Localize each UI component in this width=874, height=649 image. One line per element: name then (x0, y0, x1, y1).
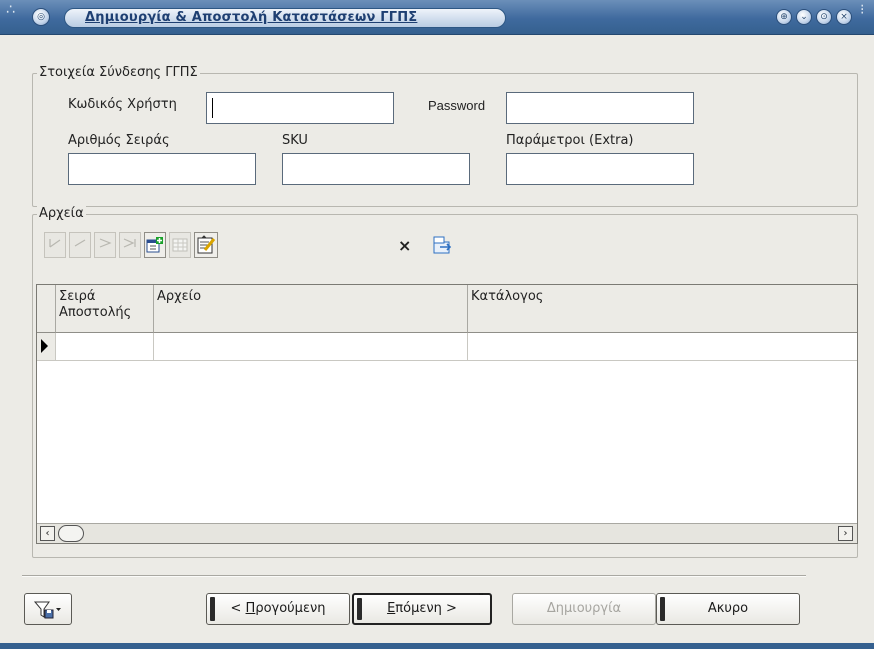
grid-view-icon[interactable] (169, 232, 191, 258)
first-record-icon[interactable] (44, 232, 66, 258)
next-button[interactable]: Επόμενη > ¨ (352, 592, 492, 625)
window-menu-icon[interactable]: ◎ (32, 8, 50, 26)
table-cell-directory[interactable] (468, 333, 857, 361)
dialog-window: ∴ ◎ Δημιουργία & Αποστολή Καταστάσεων ΓΓ… (0, 0, 874, 649)
table-cell-order[interactable] (56, 333, 154, 361)
create-button[interactable]: Δημιουργία (512, 593, 656, 625)
edit-notes-icon[interactable] (194, 232, 218, 258)
row-indicator[interactable] (37, 333, 56, 361)
minimize-icon[interactable]: ⌄ (796, 9, 812, 25)
filter-save-icon (33, 601, 61, 619)
serial-input[interactable] (68, 153, 256, 185)
title-bar[interactable]: ∴ ◎ Δημιουργία & Αποστολή Καταστάσεων ΓΓ… (0, 0, 874, 35)
next-record-icon[interactable] (94, 232, 116, 258)
scroll-right-button[interactable]: › (838, 526, 853, 541)
drag-grip-icon: ∴ (6, 2, 15, 18)
scroll-left-button[interactable]: ‹ (40, 526, 55, 541)
user-code-input[interactable] (206, 92, 394, 124)
help-icon[interactable]: ⊕ (776, 9, 792, 25)
files-table[interactable]: Σειρά Αποστολής Αρχείο Κατάλογος ‹ › (36, 284, 858, 544)
previous-record-icon[interactable] (69, 232, 91, 258)
button-accent-bar (660, 597, 665, 621)
sku-label: SKU (282, 133, 308, 148)
files-legend: Αρχεία (37, 206, 86, 221)
text-caret (212, 98, 213, 118)
button-accent-bar (210, 597, 215, 621)
password-input[interactable] (506, 92, 694, 124)
column-header-order[interactable]: Σειρά Αποστολής (56, 285, 154, 333)
title-pill: Δημιουργία & Αποστολή Καταστάσεων ΓΓΠΣ (64, 8, 506, 28)
horizontal-scrollbar[interactable]: ‹ › (37, 523, 857, 543)
add-record-icon[interactable] (144, 232, 166, 258)
button-accent-bar (357, 598, 362, 620)
delete-icon[interactable]: × (398, 236, 411, 255)
restore-icon[interactable]: ⊙ (816, 9, 832, 25)
window-bottom-border (0, 643, 874, 649)
cancel-button[interactable]: Ακυρο (656, 593, 800, 625)
password-label: Password (428, 98, 486, 113)
last-record-icon[interactable] (119, 232, 141, 258)
sku-input[interactable] (282, 153, 470, 185)
drag-grip-icon-right: ⁝ (860, 2, 865, 18)
window-title: Δημιουργία & Αποστολή Καταστάσεων ΓΓΠΣ (85, 10, 418, 25)
row-header-corner (37, 285, 56, 333)
connection-legend: Στοιχεία Σύνδεσης ΓΓΠΣ (37, 65, 200, 80)
serial-label: Αριθμός Σειράς (68, 133, 170, 148)
current-row-icon (41, 339, 48, 353)
scroll-thumb[interactable] (58, 525, 84, 542)
table-cell-file[interactable] (154, 333, 468, 361)
previous-button[interactable]: < Προγούμενη (206, 593, 350, 625)
close-icon[interactable]: × (836, 9, 852, 25)
params-input[interactable] (506, 153, 694, 185)
column-header-directory[interactable]: Κατάλογος (468, 285, 857, 333)
footer-separator (22, 575, 806, 577)
user-code-label: Κωδικός Χρήστη (68, 97, 177, 112)
export-icon[interactable] (432, 234, 454, 259)
params-label: Παράμετροι (Extra) (506, 133, 634, 148)
column-header-file[interactable]: Αρχείο (154, 285, 468, 333)
default-marker-icon: ¨ (478, 592, 484, 606)
filter-save-button[interactable] (24, 593, 72, 625)
